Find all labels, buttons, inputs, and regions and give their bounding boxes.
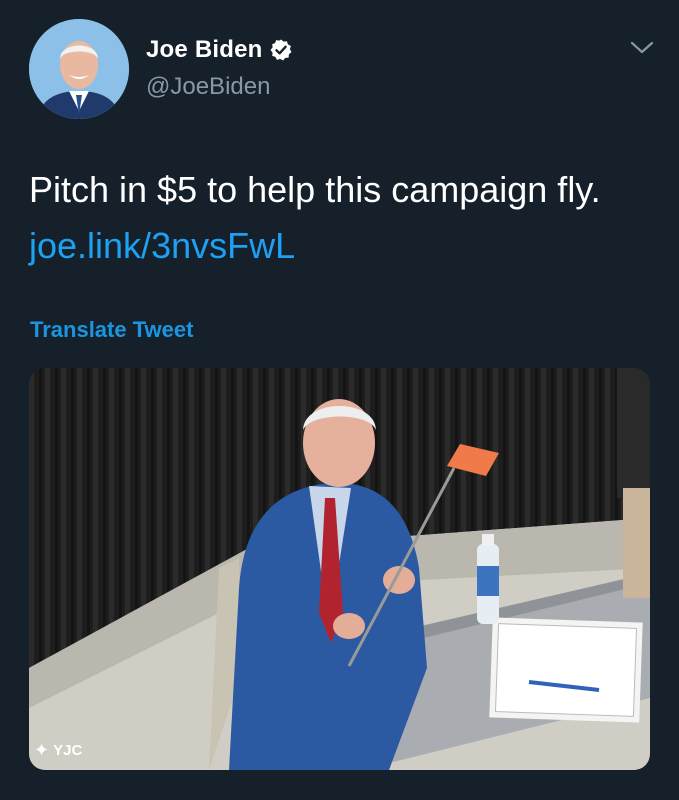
chevron-down-icon[interactable] (628, 38, 656, 58)
author-handle[interactable]: @JoeBiden (146, 73, 270, 101)
translate-tweet-link[interactable]: Translate Tweet (30, 317, 193, 343)
tweet-media-photo[interactable] (29, 368, 650, 770)
author-display-name[interactable]: Joe Biden (146, 36, 263, 64)
verified-badge-icon (270, 39, 291, 61)
media-watermark: ✦ YJC (34, 740, 82, 761)
avatar[interactable] (29, 19, 129, 119)
watermark-logo-icon: ✦ (34, 740, 50, 760)
watermark-text: YJC (53, 742, 83, 759)
tweet-text-body: Pitch in $5 to help this campaign fly. (29, 169, 601, 210)
tweet-text: Pitch in $5 to help this campaign fly. j… (29, 162, 649, 274)
tweet-link[interactable]: joe.link/3nvsFwL (29, 225, 295, 266)
tweet-card[interactable]: Joe Biden @JoeBiden Pitch in $5 to help … (0, 0, 679, 800)
author-name-row[interactable]: Joe Biden (146, 36, 293, 64)
